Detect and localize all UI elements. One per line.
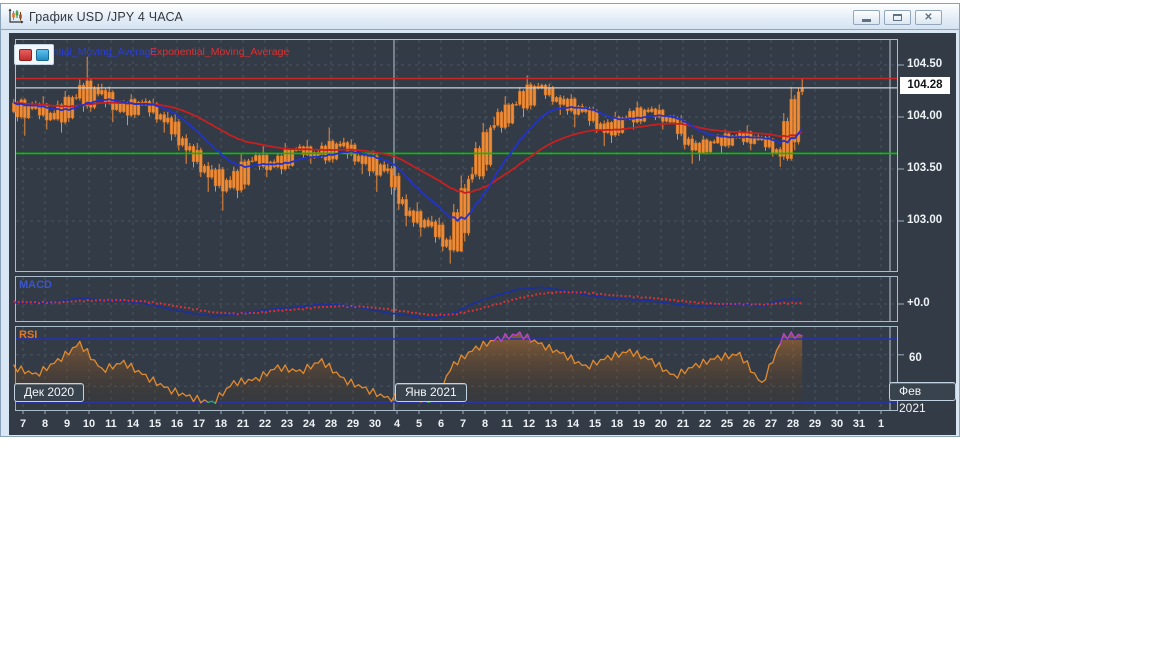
x-axis-label: 8	[481, 418, 489, 430]
rsi-label: RSI	[19, 329, 38, 341]
x-axis-label: 31	[852, 418, 866, 430]
close-button[interactable]: ✕	[915, 10, 942, 25]
minimize-button[interactable]	[853, 10, 880, 25]
x-axis-label: 30	[368, 418, 382, 430]
x-axis-label: 29	[346, 418, 360, 430]
maximize-icon	[893, 14, 902, 21]
minimize-icon	[862, 19, 871, 22]
price-axis-label: 103.00	[907, 214, 943, 226]
candlestick-chart-icon	[7, 8, 24, 25]
x-axis-label: 20	[654, 418, 668, 430]
x-axis-label: 7	[459, 418, 467, 430]
x-axis-label: 17	[192, 418, 206, 430]
x-axis-label: 13	[544, 418, 558, 430]
x-axis-label: 15	[148, 418, 162, 430]
price-axis-label: 104.00	[907, 110, 943, 122]
month-badge-dec-2020[interactable]: Дек 2020	[14, 383, 85, 402]
title-bar[interactable]: График USD /JPY 4 ЧАСА ✕	[1, 4, 959, 30]
x-axis-label: 15	[588, 418, 602, 430]
x-axis-label: 18	[610, 418, 624, 430]
x-axis-label: 27	[764, 418, 778, 430]
x-axis-label: 7	[19, 418, 27, 430]
x-axis-label: 16	[170, 418, 184, 430]
price-axis-label: 104.50	[907, 58, 943, 70]
chart-mini-toolbar	[14, 44, 54, 65]
x-axis-label: 21	[676, 418, 690, 430]
x-axis-label: 29	[808, 418, 822, 430]
month-badge-jan-2021[interactable]: Янв 2021	[395, 383, 467, 402]
window-title: График USD /JPY 4 ЧАСА	[29, 10, 183, 24]
x-axis-label: 19	[632, 418, 646, 430]
price-axis-label: 103.50	[907, 162, 943, 174]
price-panel[interactable]	[15, 39, 898, 272]
red-marker-button[interactable]	[19, 48, 32, 61]
x-axis-label: 30	[830, 418, 844, 430]
x-axis-label: 5	[415, 418, 423, 430]
window-controls: ✕	[853, 10, 942, 25]
maximize-button[interactable]	[884, 10, 911, 25]
x-axis-label: 10	[82, 418, 96, 430]
macd-panel[interactable]	[15, 276, 898, 322]
x-axis-label: 4	[393, 418, 401, 430]
close-icon: ✕	[924, 11, 933, 23]
chart-window: График USD /JPY 4 ЧАСА ✕ Exponential_Mov…	[0, 3, 960, 437]
macd-label: MACD	[19, 279, 52, 291]
x-axis-label: 22	[698, 418, 712, 430]
chart-client-area: Exponential_Moving_Average Exponential_M…	[9, 33, 956, 435]
x-axis-label: 18	[214, 418, 228, 430]
desktop: График USD /JPY 4 ЧАСА ✕ Exponential_Mov…	[0, 0, 1152, 648]
x-axis-label: 28	[786, 418, 800, 430]
x-axis-label: 9	[63, 418, 71, 430]
x-axis-label: 22	[258, 418, 272, 430]
x-axis-label: 11	[105, 418, 117, 430]
blue-marker-button[interactable]	[36, 48, 49, 61]
current-price-box: 104.28	[900, 77, 950, 94]
legend-ema-slow: Exponential_Moving_Average	[150, 46, 290, 58]
x-axis-label: 28	[324, 418, 338, 430]
x-axis-label: 14	[126, 418, 140, 430]
x-axis-label: 24	[302, 418, 316, 430]
x-axis-label: 8	[41, 418, 49, 430]
x-axis-label: 26	[742, 418, 756, 430]
month-badge-feb-2021[interactable]: Фев 2021	[889, 382, 956, 415]
x-axis-label: 25	[720, 418, 734, 430]
rsi-axis-label: 60	[909, 352, 922, 364]
macd-axis-label: +0.0	[907, 297, 930, 309]
x-axis-label: 12	[522, 418, 536, 430]
x-axis-label: 11	[501, 418, 513, 430]
x-axis-label: 6	[437, 418, 445, 430]
x-axis-label: 1	[877, 418, 885, 430]
x-axis-label: 21	[236, 418, 250, 430]
x-axis-label: 14	[566, 418, 580, 430]
x-axis-label: 23	[280, 418, 294, 430]
